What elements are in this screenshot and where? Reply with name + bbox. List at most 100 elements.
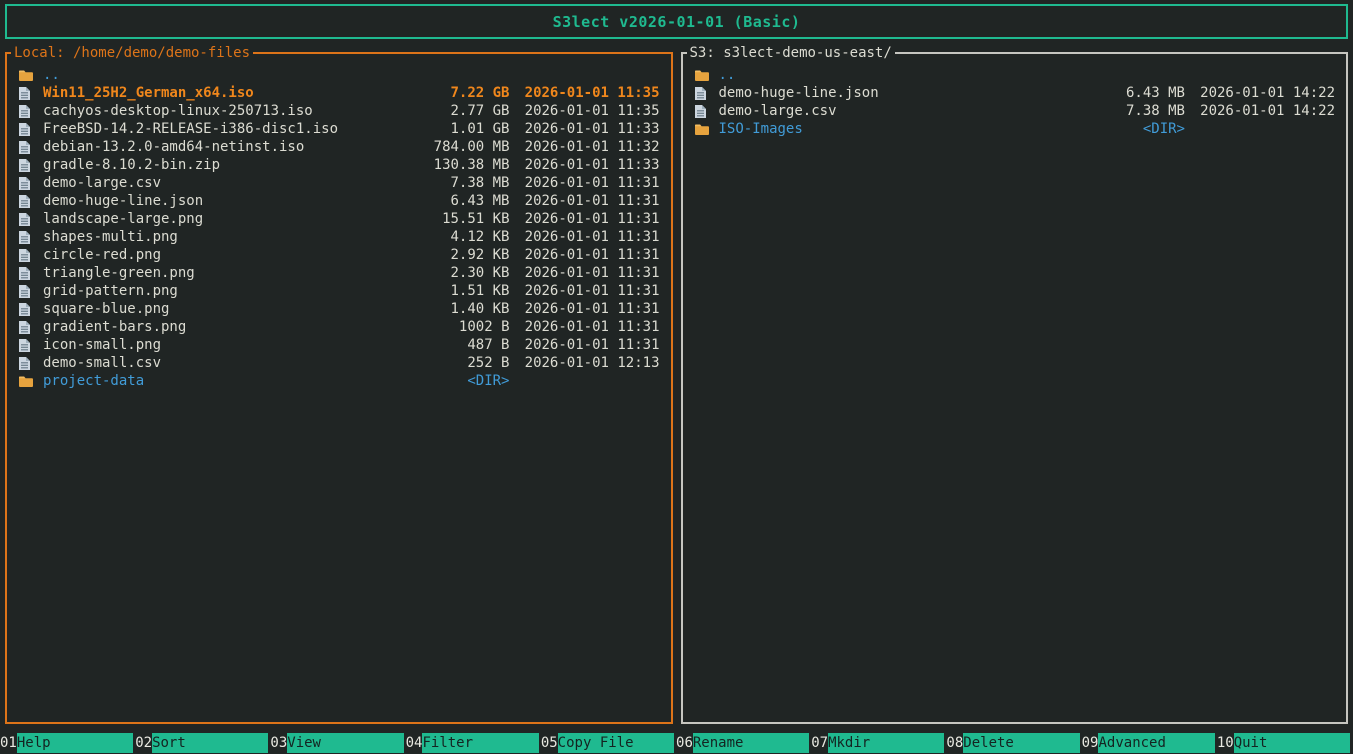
fkey-filter[interactable]: 04Filter bbox=[406, 733, 539, 753]
file-size: 1.40 KB bbox=[380, 300, 510, 318]
folder-icon bbox=[13, 69, 43, 81]
fkey-number: 06 bbox=[676, 733, 693, 753]
file-icon bbox=[13, 321, 43, 334]
file-date: 2026-01-01 11:31 bbox=[510, 246, 660, 264]
file-size: 2.30 KB bbox=[380, 264, 510, 282]
file-name: gradient-bars.png bbox=[43, 318, 380, 336]
fkey-number: 02 bbox=[135, 733, 152, 753]
file-icon bbox=[13, 285, 43, 298]
local-panel: Local: /home/demo/demo-files ..Win11_25H… bbox=[5, 52, 673, 724]
file-row[interactable]: cachyos-desktop-linux-250713.iso2.77 GB2… bbox=[13, 102, 660, 120]
file-name: demo-small.csv bbox=[43, 354, 380, 372]
fkey-label: Help bbox=[17, 733, 133, 753]
file-name: FreeBSD-14.2-RELEASE-i386-disc1.iso bbox=[43, 120, 380, 138]
file-row[interactable]: demo-huge-line.json6.43 MB2026-01-01 11:… bbox=[13, 192, 660, 210]
file-size: 7.38 MB bbox=[1055, 102, 1185, 120]
file-size: 2.77 GB bbox=[380, 102, 510, 120]
file-date: 2026-01-01 11:31 bbox=[510, 318, 660, 336]
file-row[interactable]: shapes-multi.png4.12 KB2026-01-01 11:31 bbox=[13, 228, 660, 246]
file-size: 784.00 MB bbox=[380, 138, 510, 156]
file-row[interactable]: debian-13.2.0-amd64-netinst.iso784.00 MB… bbox=[13, 138, 660, 156]
fkey-delete[interactable]: 08Delete bbox=[946, 733, 1079, 753]
file-row[interactable]: square-blue.png1.40 KB2026-01-01 11:31 bbox=[13, 300, 660, 318]
file-row[interactable]: triangle-green.png2.30 KB2026-01-01 11:3… bbox=[13, 264, 660, 282]
app-title-bar: S3lect v2026-01-01 (Basic) bbox=[5, 4, 1348, 39]
fkey-label: Advanced bbox=[1098, 733, 1214, 753]
file-size: 1002 B bbox=[380, 318, 510, 336]
file-icon bbox=[13, 249, 43, 262]
fkey-sort[interactable]: 02Sort bbox=[135, 733, 268, 753]
file-size: 6.43 MB bbox=[1055, 84, 1185, 102]
file-date: 2026-01-01 11:31 bbox=[510, 264, 660, 282]
s3-panel-title: S3: s3lect-demo-us-east/ bbox=[687, 44, 895, 62]
file-name: gradle-8.10.2-bin.zip bbox=[43, 156, 380, 174]
file-row[interactable]: grid-pattern.png1.51 KB2026-01-01 11:31 bbox=[13, 282, 660, 300]
file-icon bbox=[13, 177, 43, 190]
file-date: 2026-01-01 11:33 bbox=[510, 120, 660, 138]
fkey-rename[interactable]: 06Rename bbox=[676, 733, 809, 753]
fkey-label: Rename bbox=[693, 733, 809, 753]
file-name: project-data bbox=[43, 372, 380, 390]
file-date: 2026-01-01 11:31 bbox=[510, 282, 660, 300]
file-icon bbox=[13, 231, 43, 244]
app-title: S3lect v2026-01-01 (Basic) bbox=[553, 13, 801, 31]
fkey-label: Copy File bbox=[558, 733, 674, 753]
file-date: 2026-01-01 11:31 bbox=[510, 210, 660, 228]
file-name: .. bbox=[719, 66, 1056, 84]
fkey-advanced[interactable]: 09Advanced bbox=[1082, 733, 1215, 753]
file-date: 2026-01-01 11:32 bbox=[510, 138, 660, 156]
file-row[interactable]: demo-huge-line.json6.43 MB2026-01-01 14:… bbox=[689, 84, 1336, 102]
file-name: grid-pattern.png bbox=[43, 282, 380, 300]
fkey-mkdir[interactable]: 07Mkdir bbox=[811, 733, 944, 753]
file-icon bbox=[689, 87, 719, 100]
file-name: triangle-green.png bbox=[43, 264, 380, 282]
file-row[interactable]: icon-small.png487 B2026-01-01 11:31 bbox=[13, 336, 660, 354]
fkey-help[interactable]: 01Help bbox=[0, 733, 133, 753]
file-row[interactable]: landscape-large.png15.51 KB2026-01-01 11… bbox=[13, 210, 660, 228]
dir-row[interactable]: .. bbox=[13, 66, 660, 84]
file-size: 1.51 KB bbox=[380, 282, 510, 300]
file-size: 7.22 GB bbox=[380, 84, 510, 102]
file-row[interactable]: demo-small.csv252 B2026-01-01 12:13 bbox=[13, 354, 660, 372]
file-size: <DIR> bbox=[380, 372, 510, 390]
file-size: 6.43 MB bbox=[380, 192, 510, 210]
fkey-copy-file[interactable]: 05Copy File bbox=[541, 733, 674, 753]
local-panel-title: Local: /home/demo/demo-files bbox=[11, 44, 253, 62]
fkey-number: 01 bbox=[0, 733, 17, 753]
file-date: 2026-01-01 11:31 bbox=[510, 336, 660, 354]
file-icon bbox=[13, 267, 43, 280]
fkey-label: Filter bbox=[422, 733, 538, 753]
file-size: 487 B bbox=[380, 336, 510, 354]
file-name: debian-13.2.0-amd64-netinst.iso bbox=[43, 138, 380, 156]
file-row[interactable]: FreeBSD-14.2-RELEASE-i386-disc1.iso1.01 … bbox=[13, 120, 660, 138]
file-icon bbox=[689, 105, 719, 118]
file-row[interactable]: demo-large.csv7.38 MB2026-01-01 11:31 bbox=[13, 174, 660, 192]
fkey-view[interactable]: 03View bbox=[270, 733, 403, 753]
s3-file-list: ..demo-huge-line.json6.43 MB2026-01-01 1… bbox=[689, 66, 1336, 138]
fkey-quit[interactable]: 10Quit bbox=[1217, 733, 1350, 753]
local-file-list: ..Win11_25H2_German_x64.iso7.22 GB2026-0… bbox=[13, 66, 660, 390]
file-row[interactable]: demo-large.csv7.38 MB2026-01-01 14:22 bbox=[689, 102, 1336, 120]
file-row[interactable]: Win11_25H2_German_x64.iso7.22 GB2026-01-… bbox=[13, 84, 660, 102]
dir-row[interactable]: .. bbox=[689, 66, 1336, 84]
file-row[interactable]: gradient-bars.png1002 B2026-01-01 11:31 bbox=[13, 318, 660, 336]
file-date: 2026-01-01 11:31 bbox=[510, 228, 660, 246]
file-name: demo-huge-line.json bbox=[719, 84, 1056, 102]
dir-row[interactable]: project-data<DIR> bbox=[13, 372, 660, 390]
file-name: cachyos-desktop-linux-250713.iso bbox=[43, 102, 380, 120]
file-icon bbox=[13, 195, 43, 208]
s3-panel: S3: s3lect-demo-us-east/ ..demo-huge-lin… bbox=[681, 52, 1349, 724]
file-row[interactable]: gradle-8.10.2-bin.zip130.38 MB2026-01-01… bbox=[13, 156, 660, 174]
file-row[interactable]: circle-red.png2.92 KB2026-01-01 11:31 bbox=[13, 246, 660, 264]
file-icon bbox=[13, 213, 43, 226]
fkey-label: Sort bbox=[152, 733, 268, 753]
file-name: .. bbox=[43, 66, 380, 84]
file-size: 1.01 GB bbox=[380, 120, 510, 138]
fkey-number: 08 bbox=[946, 733, 963, 753]
fkey-number: 04 bbox=[406, 733, 423, 753]
fkey-label: Delete bbox=[963, 733, 1079, 753]
file-size: 252 B bbox=[380, 354, 510, 372]
dir-row[interactable]: ISO-Images<DIR> bbox=[689, 120, 1336, 138]
folder-icon bbox=[689, 123, 719, 135]
file-size: 15.51 KB bbox=[380, 210, 510, 228]
